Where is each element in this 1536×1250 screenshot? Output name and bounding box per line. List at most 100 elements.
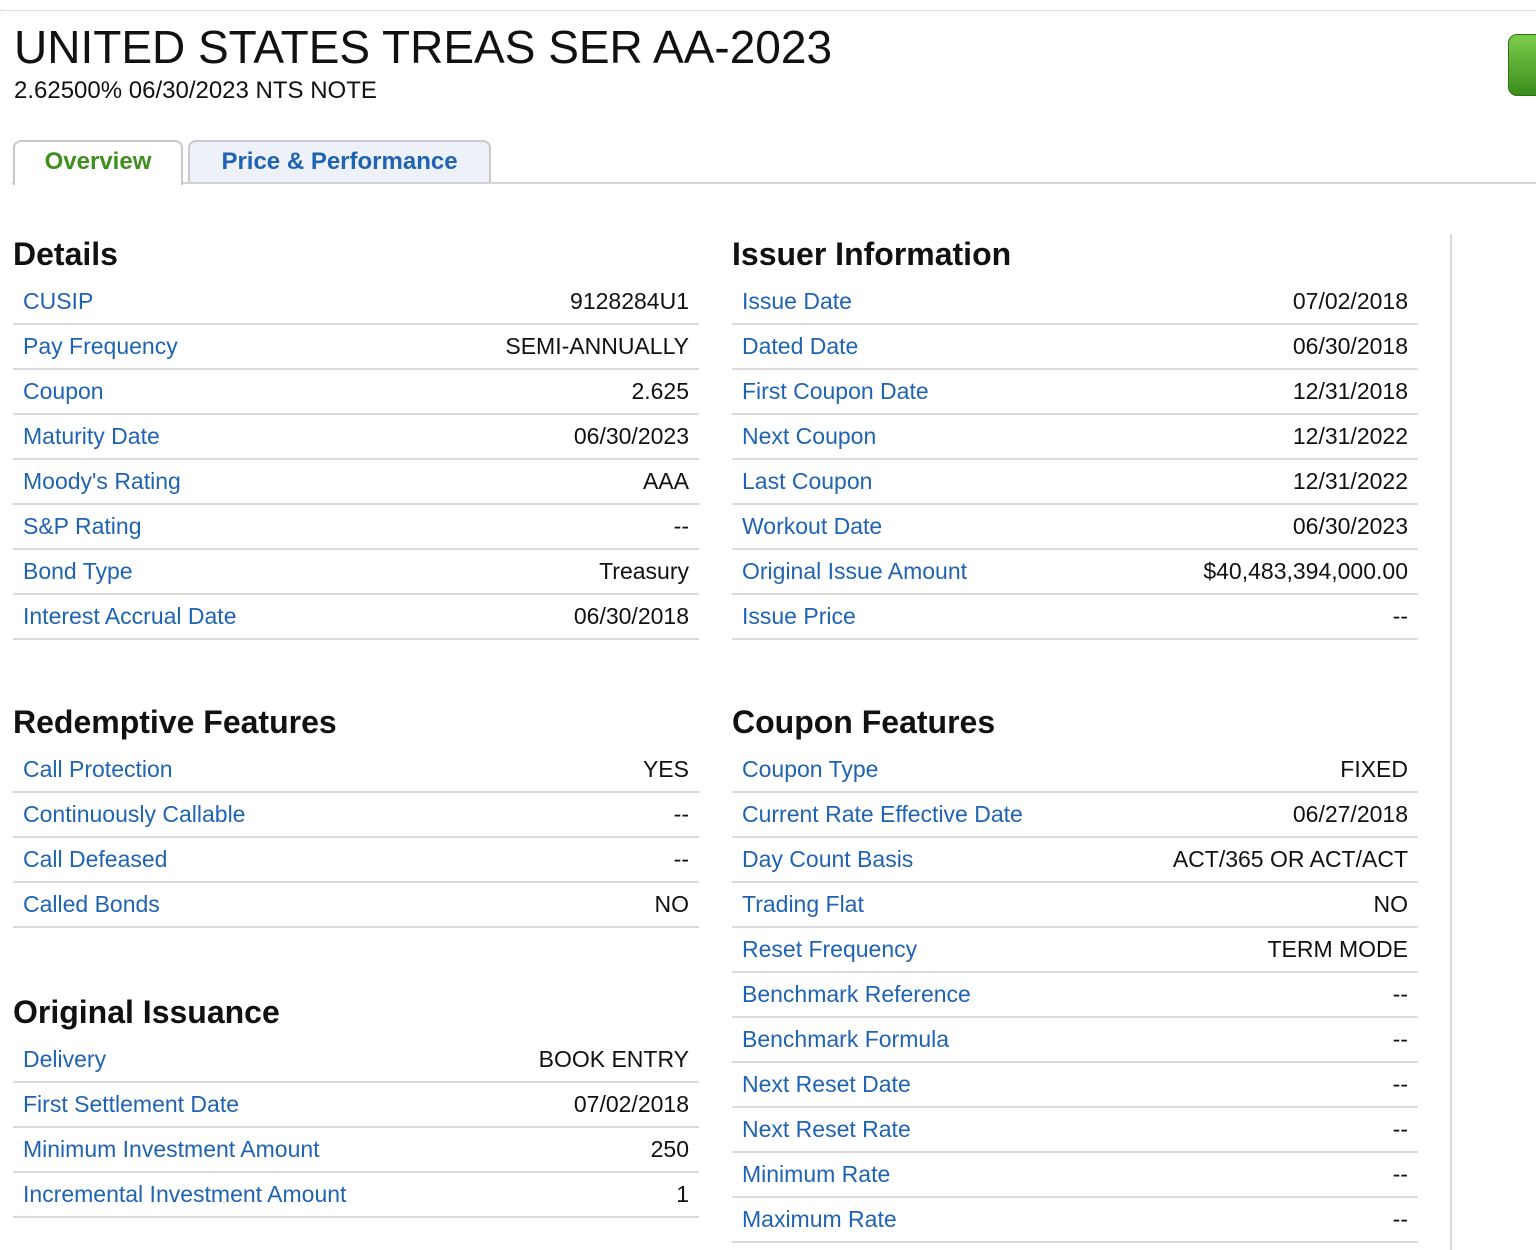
table-row: Minimum Rate --: [732, 1153, 1418, 1198]
table-row: First Coupon Date 12/31/2018: [732, 370, 1418, 415]
table-row: Next Reset Rate --: [732, 1108, 1418, 1153]
page-subtitle: 2.62500% 06/30/2023 NTS NOTE: [14, 77, 377, 104]
table-row: Minimum Investment Amount 250: [13, 1128, 699, 1173]
row-label-link[interactable]: Last Coupon: [742, 460, 872, 503]
row-label-link[interactable]: Maximum Rate: [742, 1198, 897, 1241]
table-row: Next Coupon 12/31/2022: [732, 415, 1418, 460]
row-label-link[interactable]: Reset Frequency: [742, 928, 917, 971]
row-label-link[interactable]: Maturity Date: [23, 415, 160, 458]
page-title: UNITED STATES TREAS SER AA-2023: [14, 21, 833, 73]
row-value: Treasury: [599, 558, 689, 584]
row-label-link[interactable]: CUSIP: [23, 280, 93, 323]
row-value: --: [1392, 1026, 1408, 1052]
section-heading: Original Issuance: [13, 994, 280, 1030]
row-label-link[interactable]: Next Coupon: [742, 415, 876, 458]
table-row: Call Defeased --: [13, 838, 699, 883]
row-label-link[interactable]: Dated Date: [742, 325, 858, 368]
table-row: Interest Accrual Date 06/30/2018: [13, 595, 699, 640]
row-value: 9128284U1: [570, 288, 689, 314]
row-label-link[interactable]: Call Protection: [23, 748, 173, 791]
row-value: NO: [654, 891, 690, 917]
row-label-link[interactable]: Coupon Type: [742, 748, 878, 791]
row-label-link[interactable]: First Coupon Date: [742, 370, 929, 413]
row-value: 06/30/2018: [1292, 333, 1408, 359]
row-label-link[interactable]: Delivery: [23, 1038, 106, 1081]
row-value: 06/27/2018: [1292, 801, 1408, 827]
table-row: Trading Flat NO: [732, 883, 1418, 928]
table-row: Maturity Date 06/30/2023: [13, 415, 699, 460]
row-label-link[interactable]: S&P Rating: [23, 505, 141, 548]
top-dotted-rule: [0, 10, 1536, 11]
row-label-link[interactable]: Incremental Investment Amount: [23, 1173, 346, 1216]
row-label-link[interactable]: Continuously Callable: [23, 793, 245, 836]
row-value: --: [673, 801, 689, 827]
row-value: YES: [642, 756, 689, 782]
row-label-link[interactable]: Call Defeased: [23, 838, 167, 881]
table-row: Coupon Type FIXED: [732, 748, 1418, 793]
row-label-link[interactable]: Bond Type: [23, 550, 133, 593]
tab-bar: Overview Price & Performance: [0, 140, 1536, 185]
table-row: Call Protection YES: [13, 748, 699, 793]
row-label-link[interactable]: Minimum Rate: [742, 1153, 890, 1196]
table-row: Original Issue Amount $40,483,394,000.00: [732, 550, 1418, 595]
row-label-link[interactable]: Benchmark Formula: [742, 1018, 949, 1061]
row-label-link[interactable]: Day Count Basis: [742, 838, 913, 881]
original-issuance-section: Original Issuance Delivery BOOK ENTRY Firs…: [13, 992, 699, 1218]
row-label-link[interactable]: Workout Date: [742, 505, 882, 548]
row-label-link[interactable]: Interest Accrual Date: [23, 595, 237, 638]
row-label-link[interactable]: Benchmark Reference: [742, 973, 971, 1016]
table-row: Coupon 2.625: [13, 370, 699, 415]
coupon-features-section: Coupon Features Coupon Type FIXED Current …: [732, 702, 1418, 1243]
row-value: --: [1392, 1206, 1408, 1232]
table-row: Bond Type Treasury: [13, 550, 699, 595]
column-divider: [1450, 234, 1452, 1250]
table-row: Incremental Investment Amount 1: [13, 1173, 699, 1218]
row-value: ACT/365 OR ACT/ACT: [1172, 846, 1408, 872]
row-label-link[interactable]: Called Bonds: [23, 883, 160, 926]
table-row: Called Bonds NO: [13, 883, 699, 928]
table-row: CUSIP 9128284U1: [13, 280, 699, 325]
row-value: 06/30/2023: [573, 423, 689, 449]
row-value: --: [673, 846, 689, 872]
section-heading: Details: [13, 236, 118, 272]
table-row: Delivery BOOK ENTRY: [13, 1038, 699, 1083]
table-row: Continuously Callable --: [13, 793, 699, 838]
row-label-link[interactable]: Next Reset Date: [742, 1063, 911, 1106]
row-label-link[interactable]: Issue Price: [742, 595, 856, 638]
row-label-link[interactable]: Moody's Rating: [23, 460, 181, 503]
action-button[interactable]: [1508, 34, 1536, 96]
row-value: 2.625: [631, 378, 689, 404]
row-value: NO: [1373, 891, 1409, 917]
table-row: Day Count Basis ACT/365 OR ACT/ACT: [732, 838, 1418, 883]
table-row: Current Rate Effective Date 06/27/2018: [732, 793, 1418, 838]
row-label-link[interactable]: Coupon: [23, 370, 104, 413]
row-value: 12/31/2022: [1292, 468, 1408, 494]
row-value: 12/31/2022: [1292, 423, 1408, 449]
row-label-link[interactable]: Next Reset Rate: [742, 1108, 911, 1151]
table-row: Dated Date 06/30/2018: [732, 325, 1418, 370]
row-value: --: [1392, 603, 1408, 629]
row-value: --: [1392, 1161, 1408, 1187]
tab-price-performance[interactable]: Price & Performance: [188, 140, 491, 182]
row-label-link[interactable]: Trading Flat: [742, 883, 864, 926]
row-value: SEMI-ANNUALLY: [505, 333, 689, 359]
section-heading: Coupon Features: [732, 704, 996, 740]
row-value: 06/30/2018: [573, 603, 689, 629]
table-row: Next Reset Date --: [732, 1063, 1418, 1108]
row-label-link[interactable]: Issue Date: [742, 280, 852, 323]
table-row: Issue Price --: [732, 595, 1418, 640]
row-label-link[interactable]: Original Issue Amount: [742, 550, 967, 593]
row-label-link[interactable]: Current Rate Effective Date: [742, 793, 1023, 836]
table-row: Pay Frequency SEMI-ANNUALLY: [13, 325, 699, 370]
row-label-link[interactable]: First Settlement Date: [23, 1083, 239, 1126]
table-row: Benchmark Reference --: [732, 973, 1418, 1018]
row-label-link[interactable]: Pay Frequency: [23, 325, 178, 368]
table-row: Moody's Rating AAA: [13, 460, 699, 505]
row-value: AAA: [642, 468, 689, 494]
row-value: 06/30/2023: [1292, 513, 1408, 539]
row-value: --: [1392, 1116, 1408, 1142]
row-label-link[interactable]: Minimum Investment Amount: [23, 1128, 320, 1171]
tab-overview[interactable]: Overview: [13, 140, 183, 185]
table-row: Maximum Rate --: [732, 1198, 1418, 1243]
row-value: 1: [676, 1181, 689, 1207]
